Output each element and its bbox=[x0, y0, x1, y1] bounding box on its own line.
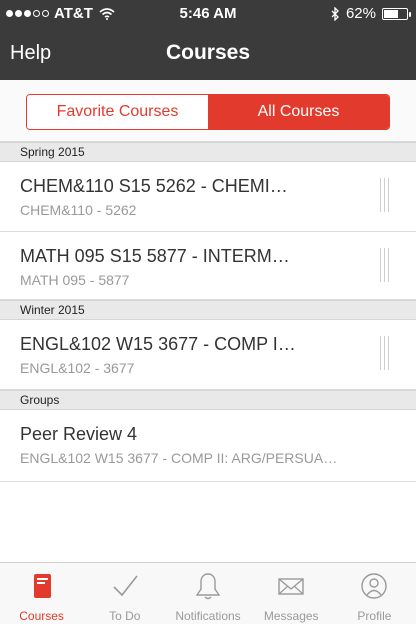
tab-messages[interactable]: Messages bbox=[250, 563, 333, 624]
battery-icon bbox=[382, 7, 411, 20]
course-code: MATH 095 - 5877 bbox=[20, 272, 130, 288]
course-title: ENGL&102 W15 3677 - COMP I… bbox=[20, 334, 296, 354]
course-row[interactable]: MATH 095 S15 5877 - INTERM… MATH 095 - 5… bbox=[0, 232, 416, 300]
favorite-courses-segment[interactable]: Favorite Courses bbox=[27, 95, 208, 129]
reorder-handle-icon[interactable] bbox=[380, 178, 390, 212]
segment-container: Favorite Courses All Courses bbox=[0, 80, 416, 142]
course-title: CHEM&110 S15 5262 - CHEMI… bbox=[20, 176, 288, 196]
group-row[interactable]: Peer Review 4 ENGL&102 W15 3677 - COMP I… bbox=[0, 410, 416, 482]
all-courses-segment[interactable]: All Courses bbox=[208, 95, 389, 129]
checkmark-icon bbox=[113, 575, 138, 597]
person-icon bbox=[361, 573, 388, 599]
tab-label: Profile bbox=[357, 609, 392, 623]
top-bar: AT&T 5:46 AM 62% Help Courses bbox=[0, 0, 416, 80]
tab-label: Notifications bbox=[175, 609, 241, 623]
status-bar: AT&T 5:46 AM 62% bbox=[0, 0, 416, 26]
course-row[interactable]: ENGL&102 W15 3677 - COMP I… ENGL&102 - 3… bbox=[0, 320, 416, 390]
tab-profile[interactable]: Profile bbox=[333, 563, 416, 624]
battery-fill bbox=[384, 9, 398, 18]
tab-label: To Do bbox=[109, 609, 141, 623]
tab-to-do[interactable]: To Do bbox=[83, 563, 166, 624]
tab-notifications[interactable]: Notifications bbox=[166, 563, 249, 624]
section-header-spring-2015: Spring 2015 bbox=[0, 142, 416, 162]
course-filter-segmented-control: Favorite Courses All Courses bbox=[26, 94, 390, 130]
section-header-winter-2015: Winter 2015 bbox=[0, 300, 416, 320]
tab-label: Messages bbox=[263, 609, 319, 623]
section-header-groups: Groups bbox=[0, 390, 416, 410]
book-icon bbox=[33, 574, 51, 598]
status-right: 62% bbox=[330, 5, 411, 22]
bluetooth-icon bbox=[331, 6, 339, 21]
page-title: Courses bbox=[165, 41, 251, 64]
envelope-icon bbox=[278, 578, 304, 595]
course-row[interactable]: CHEM&110 S15 5262 - CHEMI… CHEM&110 - 52… bbox=[0, 162, 416, 232]
group-title: Peer Review 4 bbox=[20, 424, 138, 444]
battery-percent: 62% bbox=[345, 5, 376, 22]
course-code: ENGL&102 - 3677 bbox=[20, 360, 135, 376]
navigation-bar: Help Courses bbox=[0, 26, 416, 80]
course-title: MATH 095 S15 5877 - INTERM… bbox=[20, 246, 290, 266]
group-course: ENGL&102 W15 3677 - COMP II: ARG/PERSUA… bbox=[20, 450, 338, 466]
tab-courses[interactable]: Courses bbox=[0, 563, 83, 624]
bell-icon bbox=[195, 573, 221, 600]
tab-label: Courses bbox=[19, 609, 64, 623]
tab-bar: Courses To Do Notifications Messages Pro… bbox=[0, 562, 416, 624]
reorder-handle-icon[interactable] bbox=[380, 248, 390, 282]
reorder-handle-icon[interactable] bbox=[380, 336, 390, 370]
course-code: CHEM&110 - 5262 bbox=[20, 202, 137, 218]
